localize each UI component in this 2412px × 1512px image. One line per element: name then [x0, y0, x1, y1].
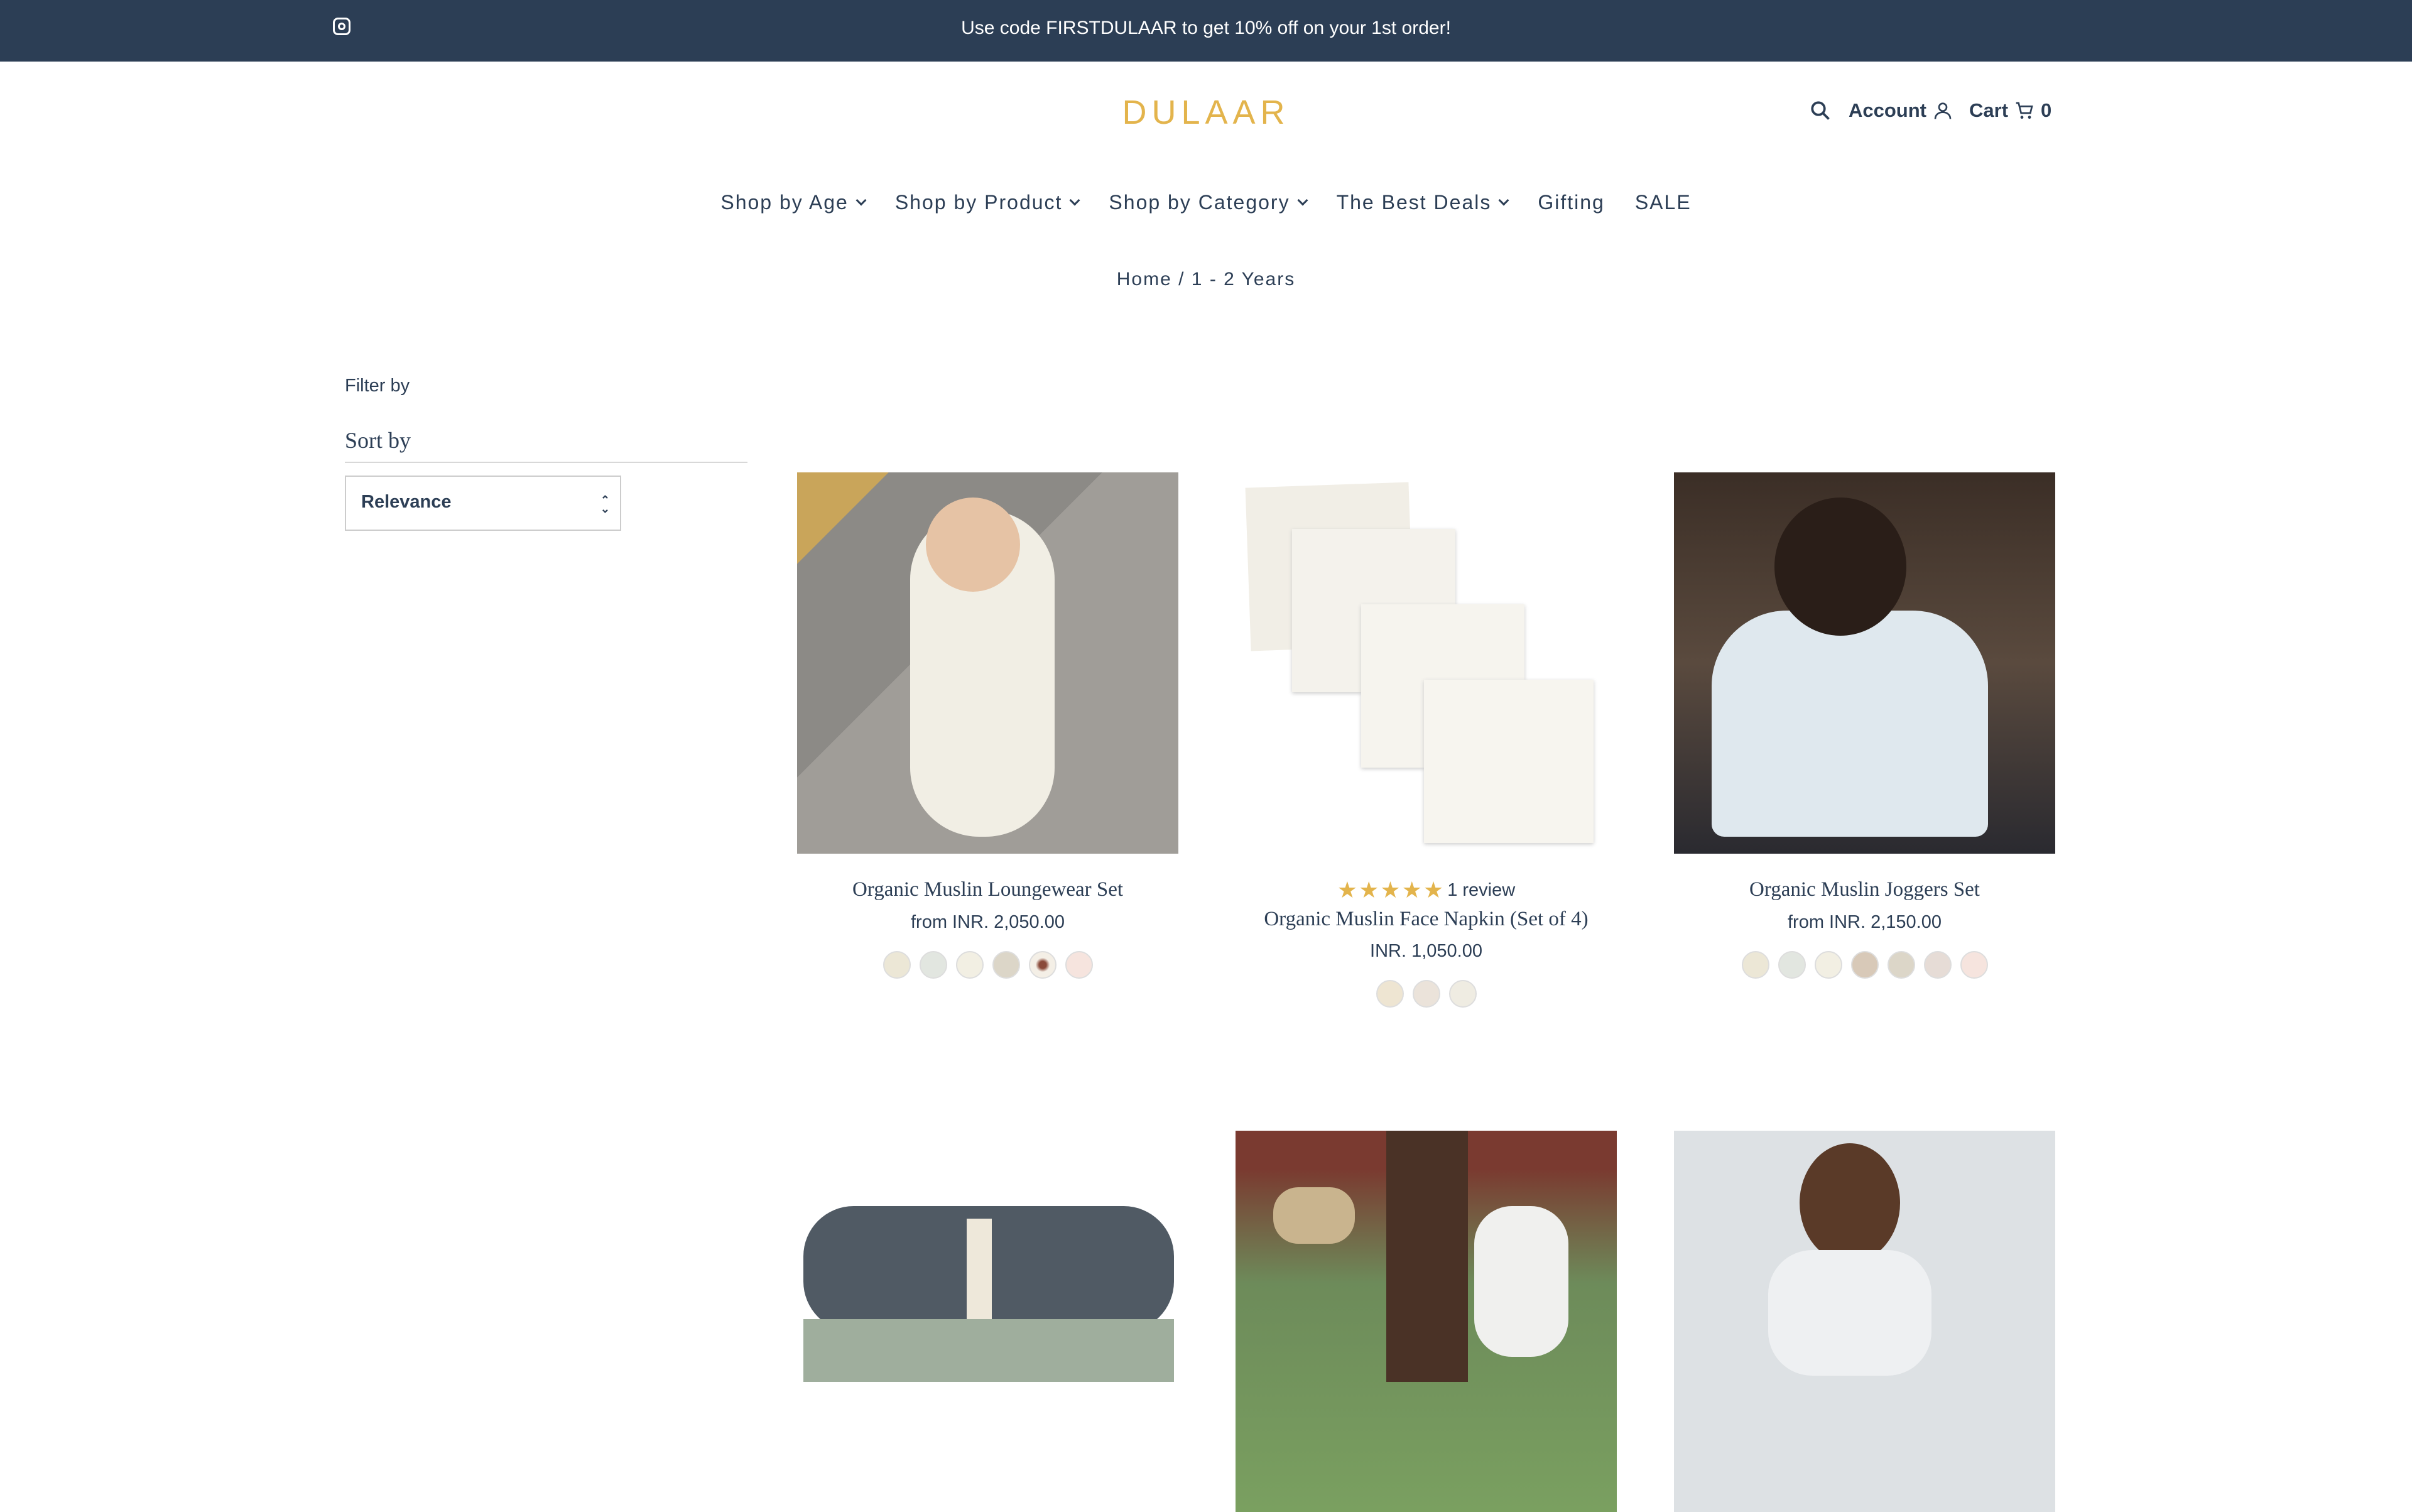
product-image[interactable]: [1236, 1131, 1617, 1512]
star-icon: ★: [1423, 877, 1444, 903]
swatch-list: [1674, 951, 2055, 979]
rating: ★ ★ ★ ★ ★ 1 review: [1236, 877, 1617, 903]
account-label: Account: [1849, 99, 1926, 121]
product-image[interactable]: [1236, 472, 1617, 854]
product-price: INR. 1,050.00: [1370, 941, 1482, 961]
chevron-down-icon: [1297, 195, 1308, 205]
color-swatch[interactable]: [1778, 951, 1806, 979]
nav-sale[interactable]: SALE: [1635, 191, 1692, 214]
nav-label: Shop by Age: [720, 191, 849, 214]
nav-best-deals[interactable]: The Best Deals: [1336, 191, 1509, 214]
cart-label: Cart: [1969, 99, 2009, 121]
color-swatch[interactable]: [883, 951, 911, 979]
review-count[interactable]: 1 review: [1447, 880, 1515, 901]
product-price: from INR. 2,050.00: [911, 912, 1065, 932]
main-nav: Shop by Age Shop by Product Shop by Cate…: [0, 191, 2412, 214]
color-swatch[interactable]: [1065, 951, 1093, 979]
search-button[interactable]: [1809, 99, 1832, 122]
color-swatch[interactable]: [1376, 980, 1404, 1008]
nav-gifting[interactable]: Gifting: [1538, 191, 1604, 214]
search-icon: [1811, 101, 1830, 120]
sort-select[interactable]: Relevance ⌃ ⌄: [345, 476, 621, 531]
color-swatch[interactable]: [1923, 951, 1952, 979]
nav-label: Gifting: [1538, 191, 1605, 214]
breadcrumb[interactable]: Home / 1 - 2 Years: [0, 269, 2412, 290]
color-swatch[interactable]: [1448, 980, 1477, 1008]
nav-shop-by-product[interactable]: Shop by Product: [894, 191, 1080, 214]
color-swatch[interactable]: [1741, 951, 1769, 979]
product-image[interactable]: [1674, 472, 2055, 854]
product-image[interactable]: [1674, 1131, 2055, 1512]
nav-label: The Best Deals: [1336, 191, 1492, 214]
cart-link[interactable]: Cart 0: [1969, 99, 2051, 122]
filter-by-label: Filter by: [345, 376, 410, 396]
swatch-list: [797, 951, 1178, 979]
color-swatch[interactable]: [1887, 951, 1915, 979]
star-icon: ★: [1401, 877, 1422, 903]
chevron-down-icon: [1498, 195, 1509, 205]
product-title[interactable]: Organic Muslin Loungewear Set: [797, 878, 1178, 901]
nav-label: Shop by Product: [894, 191, 1063, 214]
nav-shop-by-age[interactable]: Shop by Age: [720, 191, 867, 214]
star-icon: ★: [1337, 877, 1358, 903]
divider: [345, 462, 747, 463]
color-swatch[interactable]: [992, 951, 1020, 979]
color-swatch[interactable]: [1850, 951, 1879, 979]
product-title[interactable]: Organic Muslin Joggers Set: [1674, 878, 2055, 901]
sort-value: Relevance: [361, 492, 452, 512]
swatch-list: [1236, 980, 1617, 1008]
color-swatch[interactable]: [919, 951, 947, 979]
star-icon: ★: [1380, 877, 1401, 903]
user-icon: [1934, 102, 1952, 119]
color-swatch[interactable]: [1028, 951, 1057, 979]
cart-icon: [2016, 102, 2033, 119]
nav-label: Shop by Category: [1109, 191, 1290, 214]
product-price: from INR. 2,150.00: [1788, 912, 1942, 932]
cart-count: 0: [2041, 99, 2052, 121]
product-image[interactable]: [797, 472, 1178, 854]
nav-shop-by-category[interactable]: Shop by Category: [1109, 191, 1308, 214]
sort-by-label: Sort by: [345, 428, 411, 453]
star-icon: ★: [1359, 877, 1379, 903]
select-arrows-icon: ⌃ ⌄: [600, 494, 610, 515]
product-image[interactable]: [797, 1131, 1178, 1512]
color-swatch[interactable]: [1814, 951, 1842, 979]
chevron-down-icon: [856, 195, 867, 205]
color-swatch[interactable]: [955, 951, 984, 979]
color-swatch[interactable]: [1412, 980, 1440, 1008]
account-link[interactable]: Account: [1849, 99, 1953, 122]
nav-label: SALE: [1634, 191, 1692, 214]
chevron-down-icon: [1069, 195, 1080, 205]
color-swatch[interactable]: [1960, 951, 1988, 979]
product-title[interactable]: Organic Muslin Face Napkin (Set of 4): [1236, 908, 1617, 931]
promo-text: Use code FIRSTDULAAR to get 10% off on y…: [961, 18, 1451, 38]
